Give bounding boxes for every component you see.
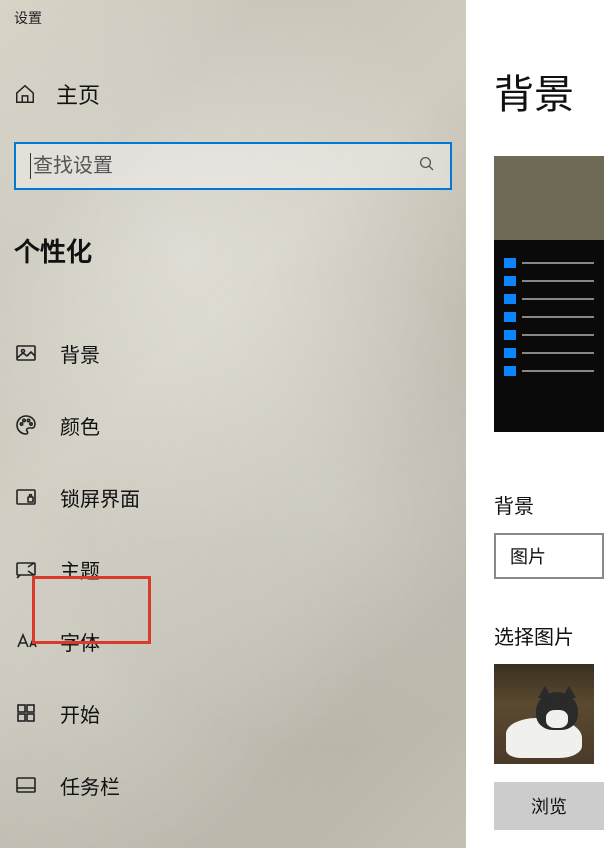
text-cursor xyxy=(30,153,31,179)
start-icon xyxy=(14,701,38,725)
nav-label: 字体 xyxy=(60,627,100,656)
app-title: 设置 xyxy=(14,8,452,28)
browse-button[interactable]: 浏览 xyxy=(494,782,604,830)
dropdown-value: 图片 xyxy=(510,543,546,569)
preview-window xyxy=(494,240,604,432)
search-box[interactable] xyxy=(14,142,452,190)
nav-item-background[interactable]: 背景 xyxy=(14,317,452,389)
nav-item-colors[interactable]: 颜色 xyxy=(14,389,452,461)
home-icon xyxy=(14,83,36,105)
picture-icon xyxy=(14,341,38,365)
image-thumbnail[interactable] xyxy=(494,664,594,764)
category-title: 个性化 xyxy=(14,232,452,269)
nav-item-themes[interactable]: 主题 xyxy=(14,533,452,605)
search-input[interactable] xyxy=(33,155,418,178)
page-title: 背景 xyxy=(494,62,604,120)
taskbar-icon xyxy=(14,773,38,797)
nav-item-fonts[interactable]: 字体 xyxy=(14,605,452,677)
nav-label: 任务栏 xyxy=(60,771,120,800)
background-preview xyxy=(494,156,604,432)
nav-label: 锁屏界面 xyxy=(60,483,140,512)
choose-image-label: 选择图片 xyxy=(494,621,604,650)
nav-label: 颜色 xyxy=(60,411,100,440)
background-section-label: 背景 xyxy=(494,490,604,519)
home-label: 主页 xyxy=(56,78,100,110)
themes-icon xyxy=(14,557,38,581)
lockscreen-icon xyxy=(14,485,38,509)
nav-label: 主题 xyxy=(60,555,100,584)
palette-icon xyxy=(14,413,38,437)
settings-sidebar: 设置 主页 个性化 背景 xyxy=(0,0,466,848)
search-icon[interactable] xyxy=(418,155,436,178)
nav-label: 开始 xyxy=(60,699,100,728)
nav-item-start[interactable]: 开始 xyxy=(14,677,452,749)
main-content: 背景 背景 图片 选择图片 浏览 xyxy=(466,0,604,848)
background-type-dropdown[interactable]: 图片 xyxy=(494,533,604,579)
browse-label: 浏览 xyxy=(531,793,567,819)
nav-item-lockscreen[interactable]: 锁屏界面 xyxy=(14,461,452,533)
nav-item-taskbar[interactable]: 任务栏 xyxy=(14,749,452,821)
nav-label: 背景 xyxy=(60,339,100,368)
nav-home[interactable]: 主页 xyxy=(14,78,452,110)
font-icon xyxy=(14,629,38,653)
